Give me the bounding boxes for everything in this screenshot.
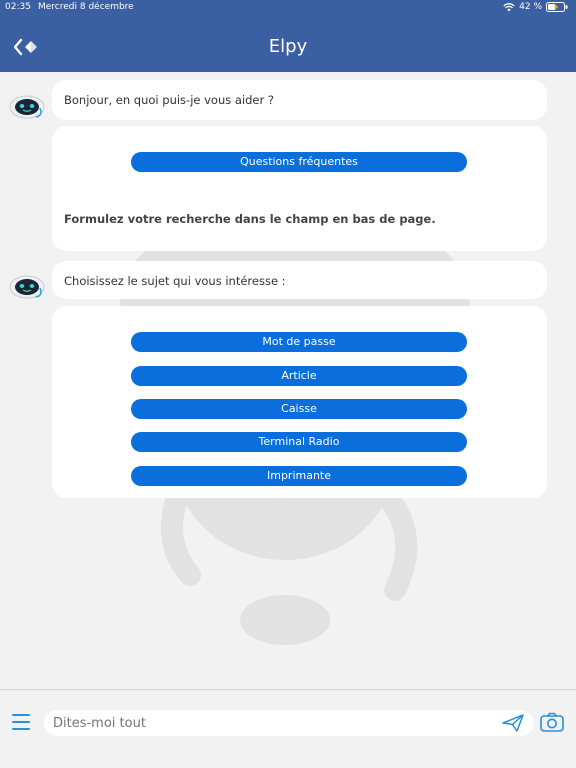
send-icon[interactable] [502, 714, 524, 732]
status-bar: 02:35 Mercredi 8 décembre 42 % [0, 0, 576, 16]
search-hint: Formulez votre recherche dans le champ e… [64, 212, 436, 226]
app-header: Elpy [0, 16, 576, 72]
message-text: Bonjour, en quoi puis-je vous aider ? [64, 93, 274, 107]
battery-percent: 42 % [519, 2, 542, 12]
topic-button-imprimante[interactable]: Imprimante [131, 466, 467, 486]
bot-avatar-icon [9, 95, 45, 119]
topic-button-caisse[interactable]: Caisse [131, 399, 467, 419]
bot-message-greeting: Bonjour, en quoi puis-je vous aider ? [52, 80, 547, 120]
topic-button-article[interactable]: Article [131, 366, 467, 386]
status-right: 42 % [503, 2, 568, 12]
message-input-container [44, 710, 534, 736]
bot-card-faq [52, 126, 547, 251]
message-input[interactable] [53, 714, 473, 732]
input-bar [0, 689, 576, 768]
topic-button-terminal-radio[interactable]: Terminal Radio [131, 432, 467, 452]
wifi-icon [503, 2, 515, 11]
status-time: 02:35 [5, 2, 31, 12]
page-title: Elpy [268, 36, 308, 57]
topic-button-mot-de-passe[interactable]: Mot de passe [131, 332, 467, 352]
bot-avatar-icon [9, 275, 45, 299]
menu-icon[interactable] [12, 714, 30, 730]
faq-button[interactable]: Questions fréquentes [131, 152, 467, 172]
status-date: Mercredi 8 décembre [38, 2, 134, 12]
message-text: Choisissez le sujet qui vous intéresse : [64, 274, 286, 288]
battery-icon [546, 2, 568, 12]
bot-message-topics: Choisissez le sujet qui vous intéresse : [52, 261, 547, 299]
camera-icon[interactable] [540, 712, 564, 732]
